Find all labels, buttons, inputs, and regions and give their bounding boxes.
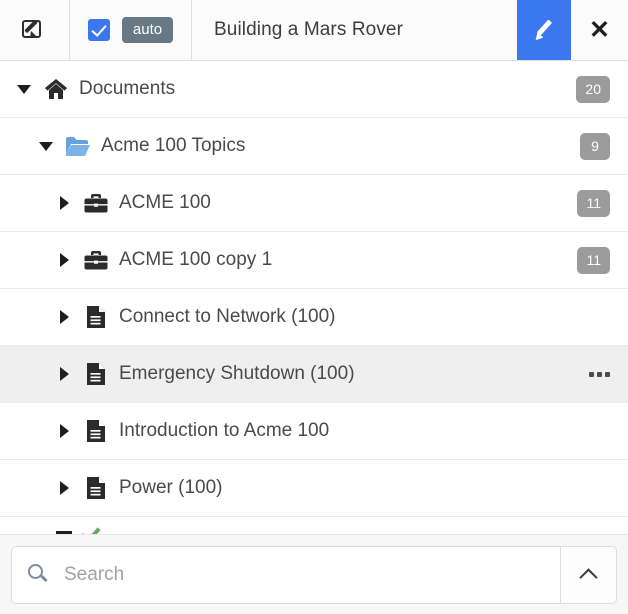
tree-row-label: ACME 100	[119, 192, 211, 213]
home-icon	[43, 77, 68, 101]
count-badge: 9	[580, 132, 610, 160]
search-container[interactable]	[11, 545, 617, 604]
count-badge: 11	[577, 246, 610, 274]
tree-row-partial[interactable]	[0, 517, 628, 534]
close-button[interactable]: ✕	[571, 0, 628, 60]
tree-row[interactable]: ACME 100 11	[0, 175, 628, 232]
document-icon	[83, 476, 108, 500]
caret-right-icon[interactable]	[56, 196, 72, 210]
check-icon	[80, 523, 100, 534]
collapse-button[interactable]	[560, 546, 616, 603]
auto-badge[interactable]: auto	[121, 17, 174, 43]
edit-button[interactable]	[517, 0, 571, 60]
tree-row[interactable]: Introduction to Acme 100	[0, 403, 628, 460]
document-icon	[83, 362, 108, 386]
chevron-up-icon	[579, 567, 598, 587]
tree-row-label: Documents	[79, 78, 176, 99]
more-options-icon[interactable]	[589, 371, 610, 377]
page-title: Building a Mars Rover	[192, 0, 517, 60]
caret-right-icon[interactable]	[56, 253, 72, 267]
briefcase-icon	[83, 191, 108, 215]
caret-right-icon[interactable]	[56, 310, 72, 324]
briefcase-icon	[83, 248, 108, 272]
auto-toggle-group[interactable]: auto	[70, 0, 192, 60]
caret-right-icon[interactable]	[56, 481, 72, 495]
tree-row-label: Acme 100 Topics	[101, 135, 246, 156]
document-icon	[83, 305, 108, 329]
tree-row-label: ACME 100 copy 1	[119, 249, 273, 270]
compose-button[interactable]	[0, 0, 70, 60]
tree-row-label: Connect to Network (100)	[119, 306, 336, 327]
tree-row-label: Power (100)	[119, 477, 223, 498]
pencil-icon	[532, 18, 556, 43]
caret-right-icon[interactable]	[56, 367, 72, 381]
tree-row[interactable]: Documents 20	[0, 61, 628, 118]
search-field[interactable]	[12, 547, 560, 603]
caret-down-icon[interactable]	[16, 84, 32, 94]
compose-icon	[21, 18, 48, 42]
tree-row[interactable]: Emergency Shutdown (100)	[0, 346, 628, 403]
tree-row[interactable]: ACME 100 copy 1 11	[0, 232, 628, 289]
tree-row[interactable]: Acme 100 Topics 9	[0, 118, 628, 175]
count-badge: 11	[577, 189, 610, 217]
document-tree[interactable]: Documents 20 Acme 100 Topics 9 ACME 100 11 ACM…	[0, 61, 628, 534]
tree-row[interactable]: Power (100)	[0, 460, 628, 517]
close-icon: ✕	[589, 15, 610, 44]
search-bar	[0, 534, 628, 614]
document-icon	[83, 419, 108, 443]
count-badge: 20	[576, 75, 610, 103]
caret-right-icon[interactable]	[56, 424, 72, 438]
tree-row[interactable]: Connect to Network (100)	[0, 289, 628, 346]
search-input[interactable]	[62, 562, 560, 587]
tree-row-label: Introduction to Acme 100	[119, 420, 330, 441]
caret-down-icon[interactable]	[38, 141, 54, 151]
auto-checkbox[interactable]	[87, 19, 110, 41]
tree-row-label: Emergency Shutdown (100)	[119, 363, 355, 384]
folder-open-icon	[65, 134, 90, 158]
toolbar: auto Building a Mars Rover ✕	[0, 0, 628, 61]
search-icon	[28, 564, 49, 585]
